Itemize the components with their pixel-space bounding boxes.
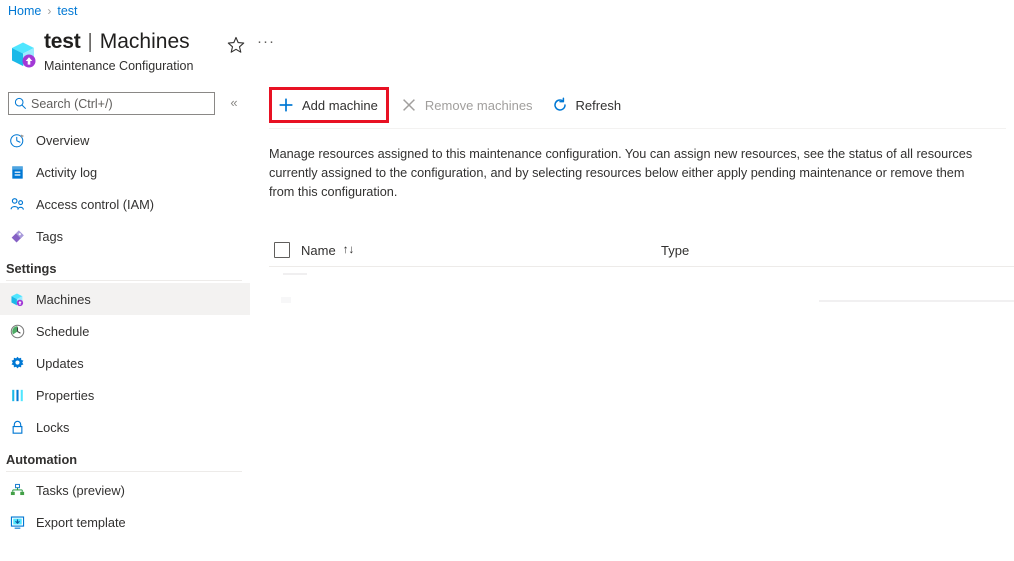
page-title: test | Machines [44, 30, 190, 54]
refresh-icon [550, 95, 570, 115]
sidebar-item-label: Machines [36, 291, 91, 307]
add-machine-label: Add machine [302, 97, 378, 113]
sort-arrows-icon[interactable]: ↑↓ [343, 244, 355, 256]
chevron-double-left-icon[interactable]: « [225, 94, 243, 112]
placeholder-shimmer-a [283, 273, 307, 275]
sidebar-nav: Overview Activity log Access control (IA… [0, 124, 250, 538]
column-header-name-label: Name [301, 242, 336, 258]
sidebar-item-label: Activity log [36, 164, 98, 180]
sidebar-item-label: Tags [36, 228, 64, 244]
select-all-cell [269, 242, 301, 258]
search-box[interactable] [8, 92, 215, 115]
column-header-type-label: Type [661, 242, 690, 258]
machines-table: Name ↑↓ Type [269, 236, 1014, 303]
search-input[interactable] [31, 96, 207, 111]
maintenance-configuration-cube-icon [8, 38, 40, 70]
cross-icon [399, 95, 419, 115]
sidebar-item-machines[interactable]: Machines [0, 283, 250, 315]
sidebar-group-settings-title: Settings [6, 261, 57, 276]
column-header-type[interactable]: Type [661, 243, 689, 258]
tasks-hierarchy-icon [6, 481, 28, 499]
remove-machines-button[interactable]: Remove machines [393, 90, 544, 120]
search-icon [9, 97, 31, 110]
column-header-name[interactable]: Name ↑↓ [301, 243, 661, 258]
sidebar-item-label: Schedule [36, 323, 90, 339]
add-machine-highlight-box: Add machine [269, 87, 389, 123]
sidebar-item-tasks[interactable]: Tasks (preview) [0, 474, 250, 506]
breadcrumb-item-test[interactable]: test [57, 4, 77, 18]
sidebar-item-access-control[interactable]: Access control (IAM) [0, 188, 250, 220]
export-template-icon [6, 513, 28, 531]
refresh-label: Refresh [575, 97, 622, 113]
sidebar-item-label: Updates [36, 355, 84, 371]
sidebar-item-locks[interactable]: Locks [0, 411, 250, 443]
toolbar-divider [269, 128, 1006, 129]
sidebar-item-overview[interactable]: Overview [0, 124, 250, 156]
page-subtitle: Maintenance Configuration [44, 59, 194, 73]
sidebar-item-label: Export template [36, 514, 126, 530]
table-empty-row [269, 267, 1014, 303]
page-description: Manage resources assigned to this mainte… [269, 147, 973, 199]
sidebar-group-divider [6, 471, 242, 472]
sidebar-item-updates[interactable]: Updates [0, 347, 250, 379]
sidebar-item-tags[interactable]: Tags [0, 220, 250, 252]
table-header-row: Name ↑↓ Type [269, 236, 1014, 264]
refresh-button[interactable]: Refresh [544, 90, 633, 120]
sidebar-item-export-template[interactable]: Export template [0, 506, 250, 538]
breadcrumb-separator-icon: › [47, 4, 52, 18]
sidebar-group-automation-title: Automation [6, 452, 78, 467]
lock-icon [6, 418, 28, 436]
page-title-section: Machines [99, 30, 190, 53]
properties-bars-icon [6, 386, 28, 404]
access-control-icon [6, 195, 28, 213]
sidebar-item-label: Locks [36, 419, 70, 435]
machines-cube-icon [6, 290, 28, 308]
remove-machines-label: Remove machines [424, 97, 533, 113]
sidebar-item-label: Access control (IAM) [36, 196, 155, 212]
sidebar-item-schedule[interactable]: Schedule [0, 315, 250, 347]
sidebar: « Overview Acti [0, 88, 250, 561]
schedule-clock-icon [6, 322, 28, 340]
sidebar-item-label: Properties [36, 387, 95, 403]
sidebar-item-activity-log[interactable]: Activity log [0, 156, 250, 188]
placeholder-shimmer-c [819, 300, 1014, 302]
page-title-separator: | [87, 31, 93, 53]
page-title-resource: test [44, 30, 81, 53]
sidebar-group-divider [6, 280, 242, 281]
main-content: Add machine Remove machines Refresh Mana… [250, 87, 1014, 561]
breadcrumb: Home › test [8, 2, 78, 20]
tags-icon [6, 227, 28, 245]
sidebar-item-label: Tasks (preview) [36, 482, 125, 498]
ellipsis-icon[interactable]: ··· [256, 34, 276, 55]
sidebar-item-label: Overview [36, 132, 90, 148]
breadcrumb-item-home[interactable]: Home [8, 4, 41, 18]
command-toolbar: Add machine Remove machines Refresh [269, 87, 633, 123]
plus-icon [276, 95, 296, 115]
star-icon[interactable] [226, 35, 246, 55]
overview-icon [6, 131, 28, 149]
sidebar-item-properties[interactable]: Properties [0, 379, 250, 411]
checkbox-unchecked-icon[interactable] [274, 242, 290, 258]
page-header: test | Machines ··· Maintenance Configur… [0, 26, 1014, 82]
updates-gear-icon [6, 354, 28, 372]
add-machine-button[interactable]: Add machine [272, 90, 386, 120]
placeholder-shimmer-b [281, 297, 291, 303]
activity-log-icon [6, 163, 28, 181]
